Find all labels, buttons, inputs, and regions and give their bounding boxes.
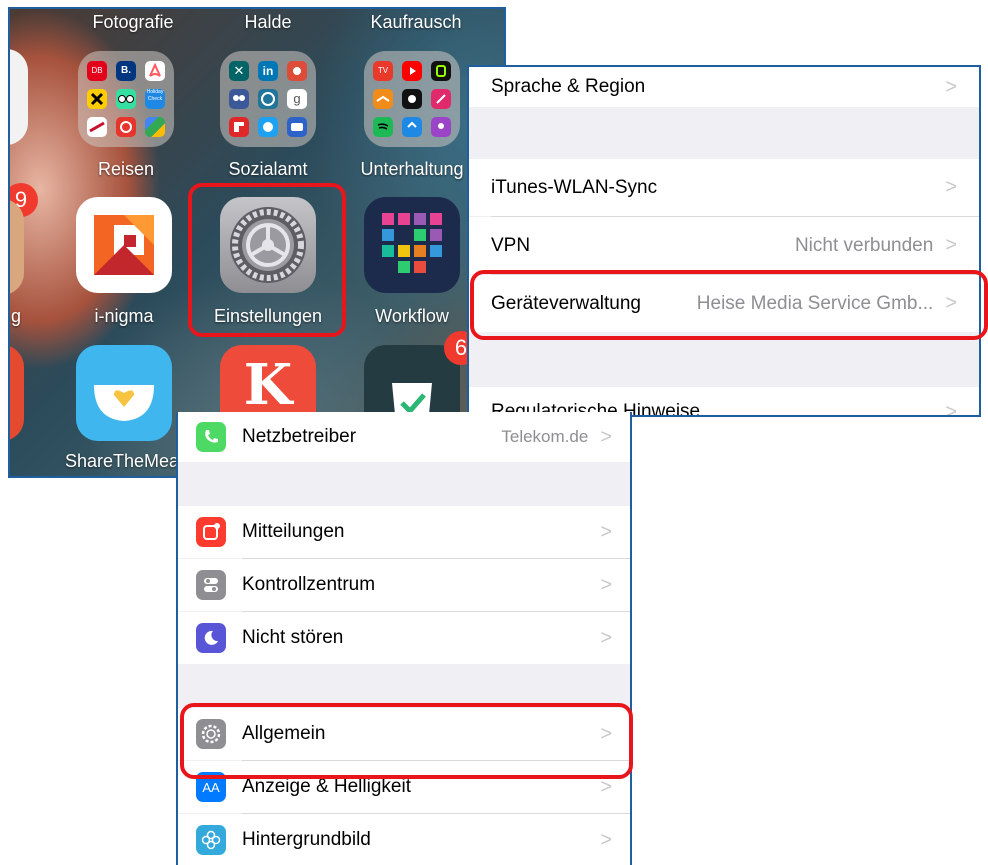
row-nicht-stoeren[interactable]: Nicht stören > bbox=[178, 612, 630, 664]
chevron-right-icon: > bbox=[600, 573, 612, 596]
tv-app-icon: TV bbox=[373, 61, 393, 81]
row-sprache-region[interactable]: Sprache & Region > bbox=[469, 67, 979, 107]
app-label-i-nigma: i-nigma bbox=[94, 306, 154, 326]
row-label: Sprache & Region bbox=[491, 76, 646, 97]
chevron-right-icon: > bbox=[945, 75, 957, 98]
bahn-icon: DB bbox=[87, 61, 107, 81]
general-settings-panel: Sprache & Region > iTunes-WLAN-Sync > VP… bbox=[467, 65, 981, 417]
podcasts-icon bbox=[431, 117, 451, 137]
highlight-allgemein bbox=[180, 703, 633, 779]
settings-panel: Netzbetreiber Telekom.de > Mitteilungen … bbox=[176, 412, 632, 865]
video-app-icon bbox=[402, 117, 422, 137]
partial-app-icon[interactable] bbox=[10, 49, 28, 145]
moon-icon bbox=[196, 623, 226, 653]
holidaycheck-icon: Holiday Check bbox=[145, 89, 165, 109]
highlight-einstellungen bbox=[188, 183, 346, 337]
chevron-right-icon: > bbox=[945, 401, 957, 417]
folder-reisen[interactable]: DB B. Holiday Check bbox=[78, 51, 174, 147]
folder-label-reisen: Reisen bbox=[97, 159, 155, 179]
control-center-icon bbox=[196, 570, 226, 600]
flipboard-icon bbox=[229, 117, 249, 137]
folder-label-sozialamt: Sozialamt bbox=[228, 159, 308, 179]
spotify-icon bbox=[373, 117, 393, 137]
row-vpn[interactable]: VPN Nicht verbunden > bbox=[469, 217, 979, 274]
audible-icon bbox=[373, 89, 393, 109]
row-value: Nicht verbunden bbox=[794, 234, 934, 256]
partial-app-icon[interactable] bbox=[10, 345, 24, 441]
app-sharethemeal[interactable] bbox=[76, 345, 172, 441]
podcast-app-icon bbox=[402, 89, 422, 109]
row-mitteilungen[interactable]: Mitteilungen > bbox=[178, 506, 630, 558]
row-label: Hintergrundbild bbox=[242, 829, 371, 850]
folder-label-fotografie: Fotografie bbox=[92, 12, 174, 32]
folder-label-halde: Halde bbox=[244, 12, 292, 32]
chevron-right-icon: > bbox=[945, 234, 957, 256]
xing-like-icon bbox=[87, 89, 107, 109]
folder-label-kaufrausch: Kaufrausch bbox=[370, 12, 462, 32]
i-nigma-logo-icon bbox=[94, 215, 154, 275]
row-label: Netzbetreiber bbox=[242, 426, 357, 447]
xing-icon: ✕ bbox=[229, 61, 249, 81]
travel-app-icon bbox=[116, 117, 136, 137]
g-app-icon: g bbox=[287, 89, 307, 109]
folder-sozialamt[interactable]: ✕ in g bbox=[220, 51, 316, 147]
row-label: Nicht stören bbox=[242, 627, 344, 648]
chevron-right-icon: > bbox=[600, 425, 612, 448]
row-kontrollzentrum[interactable]: Kontrollzentrum > bbox=[178, 559, 630, 611]
phone-icon bbox=[196, 422, 226, 452]
home-screen: Fotografie Halde Kaufrausch DB B. Holida… bbox=[8, 7, 506, 478]
folder-label-unterhaltung: Unterhaltung bbox=[360, 159, 464, 179]
chevron-right-icon: > bbox=[945, 176, 957, 198]
chevron-right-icon: > bbox=[600, 520, 612, 543]
highlight-geraeteverwaltung bbox=[470, 270, 988, 340]
airbnb-icon bbox=[145, 61, 165, 81]
chevron-right-icon: > bbox=[600, 626, 612, 649]
row-label: Kontrollzentrum bbox=[242, 574, 376, 595]
linkedin-icon: in bbox=[258, 61, 278, 81]
groups-icon bbox=[229, 89, 249, 109]
music-app-icon bbox=[431, 89, 451, 109]
app-label-sharethemeal: ShareTheMeal bbox=[64, 451, 184, 471]
workflow-grid-icon bbox=[382, 213, 442, 273]
app-i-nigma[interactable] bbox=[76, 197, 172, 293]
app-workflow[interactable] bbox=[364, 197, 460, 293]
partial-app-icon[interactable] bbox=[10, 199, 24, 295]
chevron-right-icon: > bbox=[600, 828, 612, 851]
row-label: Anzeige & Helligkeit bbox=[242, 776, 411, 797]
row-netzbetreiber[interactable]: Netzbetreiber Telekom.de > bbox=[178, 412, 630, 462]
folder-unterhaltung[interactable]: TV bbox=[364, 51, 460, 147]
app-label-workflow: Workflow bbox=[375, 306, 449, 326]
row-itunes-wlan-sync[interactable]: iTunes-WLAN-Sync > bbox=[469, 159, 979, 216]
row-value: Telekom.de bbox=[501, 427, 589, 446]
wordpress-icon bbox=[258, 89, 278, 109]
media-app-icon bbox=[431, 61, 451, 81]
google-plus-icon bbox=[287, 61, 307, 81]
row-label: Mitteilungen bbox=[242, 521, 345, 542]
maps-icon bbox=[145, 117, 165, 137]
row-hintergrundbild[interactable]: Hintergrundbild > bbox=[178, 814, 630, 865]
booking-icon: B. bbox=[116, 61, 136, 81]
airline-icon bbox=[87, 117, 107, 137]
chat-app-icon bbox=[287, 117, 307, 137]
wallpaper-icon bbox=[196, 825, 226, 855]
row-label: iTunes-WLAN-Sync bbox=[491, 176, 658, 198]
youtube-icon bbox=[402, 61, 422, 81]
bowl-icon bbox=[94, 385, 154, 421]
social-app-icon bbox=[258, 117, 278, 137]
row-label: VPN bbox=[491, 234, 531, 256]
notifications-icon bbox=[196, 517, 226, 547]
tripadvisor-icon bbox=[116, 89, 136, 109]
